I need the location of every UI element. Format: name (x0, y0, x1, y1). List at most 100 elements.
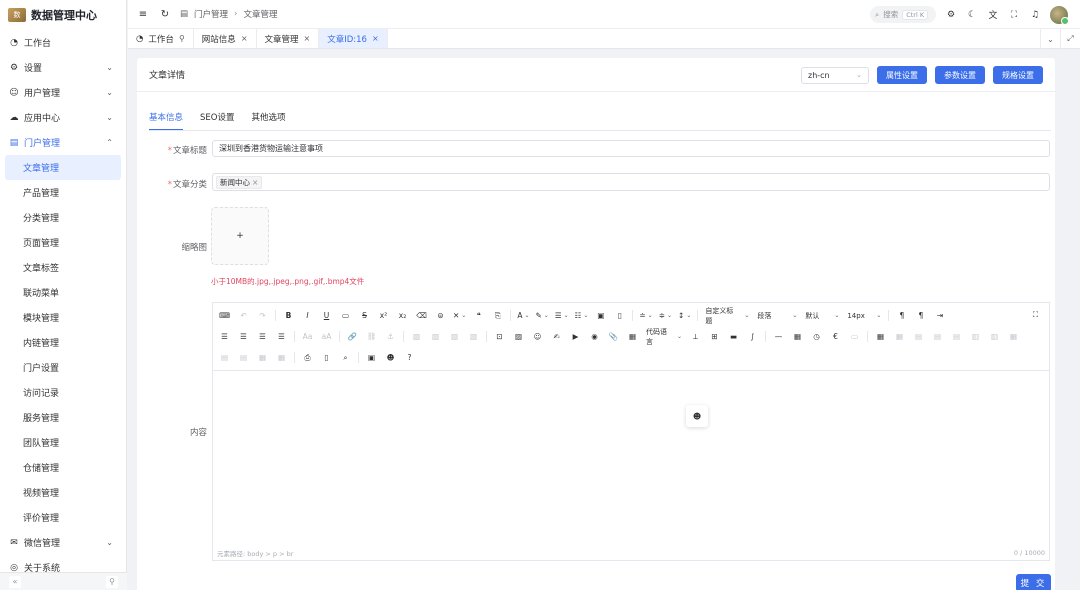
submit-button[interactable]: 提 交 (1016, 574, 1051, 590)
image-left-icon[interactable]: ▧ (407, 327, 426, 346)
superscript-icon[interactable]: x² (374, 306, 393, 325)
image-center-icon[interactable]: ▧ (464, 327, 483, 346)
edit-tip-icon[interactable]: ▭ (845, 327, 864, 346)
help-doc-icon[interactable]: ▣ (362, 348, 381, 367)
close-icon[interactable]: × (252, 178, 258, 187)
align-right-icon[interactable]: ☰ (253, 327, 272, 346)
paste-text-icon[interactable]: ⎘ (488, 306, 507, 325)
editor-content-area[interactable]: ☻ (213, 369, 1049, 546)
ai-robot-icon[interactable]: ☻ (381, 348, 400, 367)
chevron-down-icon[interactable]: ⌄ (1040, 29, 1060, 49)
highlight-color-dropdown[interactable]: ✎ ⌄ (533, 306, 552, 325)
sidebar-subitem-access-log[interactable]: 访问记录 (0, 380, 126, 405)
menu-toggle-icon[interactable]: ≡ (136, 9, 150, 20)
sidebar-subitem-categories[interactable]: 分类管理 (0, 205, 126, 230)
font-size-dropdown[interactable]: 14px ⌄ (843, 308, 885, 323)
sidebar-item-portal[interactable]: ▤ 门户管理 ⌃ (0, 130, 126, 155)
code-language-dropdown[interactable]: 代码语言 ⌄ (642, 328, 686, 346)
thumbnail-upload[interactable]: + (211, 207, 269, 265)
delete-col-icon[interactable]: ▥ (985, 327, 1004, 346)
unordered-list-dropdown[interactable]: ☷ ⌄ (572, 306, 592, 325)
sidebar-subitem-reviews[interactable]: 评价管理 (0, 505, 126, 530)
sidebar-subitem-article-tags[interactable]: 文章标签 (0, 255, 126, 280)
refresh-icon[interactable]: ↻ (158, 9, 172, 20)
sidebar-item-settings[interactable]: ⚙ 设置 ⌄ (0, 55, 126, 80)
collapse-icon[interactable]: « (9, 575, 21, 588)
preview-icon[interactable]: ▯ (317, 348, 336, 367)
paragraph-dropdown[interactable]: 段落 ⌄ (753, 308, 801, 323)
strikethrough-icon[interactable]: S (355, 306, 374, 325)
sidebar-subitem-modules[interactable]: 模块管理 (0, 305, 126, 330)
anchor-icon[interactable]: ⚓ (381, 327, 400, 346)
scrawl-icon[interactable]: ✍ (547, 327, 566, 346)
undo-icon[interactable]: ↶ (234, 306, 253, 325)
sidebar-item-dashboard[interactable]: ◔ 工作台 (0, 30, 126, 55)
clear-doc-icon[interactable]: ▯ (610, 306, 629, 325)
split-rows-icon[interactable]: ▦ (272, 348, 291, 367)
close-icon[interactable]: × (241, 34, 248, 43)
font-color-dropdown[interactable]: A ⌄ (514, 306, 532, 325)
title-input[interactable]: 深圳到香港货物运输注意事项 (212, 140, 1050, 157)
box-icon[interactable]: ▭ (336, 306, 355, 325)
dark-mode-icon[interactable]: ☾ (966, 10, 978, 20)
select-all-icon[interactable]: ▣ (591, 306, 610, 325)
insert-paragraph-before-table-icon[interactable]: ▤ (909, 327, 928, 346)
rtl-icon[interactable]: ¶ (911, 306, 930, 325)
breadcrumb-item[interactable]: 门户管理 (194, 8, 228, 20)
search-button[interactable]: ⌕ 搜索 Ctrl K (870, 6, 936, 23)
eraser-icon[interactable]: ⌫ (412, 306, 431, 325)
redo-icon[interactable]: ↷ (253, 306, 272, 325)
sidebar-subitem-internal-links[interactable]: 内链管理 (0, 330, 126, 355)
merge-cells-icon[interactable]: ▦ (1004, 327, 1023, 346)
spec-settings-button[interactable]: 规格设置 (993, 66, 1043, 84)
delete-table-icon[interactable]: ▦ (890, 327, 909, 346)
search-replace-icon[interactable]: ⌕ (336, 348, 355, 367)
indent-icon[interactable]: ⇥ (930, 306, 949, 325)
insert-table-icon[interactable]: ▦ (871, 327, 890, 346)
row-spacing-bottom-dropdown[interactable]: ≑ ⌄ (656, 306, 675, 325)
category-select[interactable]: 新闻中心 × (212, 173, 1050, 191)
background-icon[interactable]: ▬ (724, 327, 743, 346)
sidebar-subitem-products[interactable]: 产品管理 (0, 180, 126, 205)
row-spacing-top-dropdown[interactable]: ≐ ⌄ (636, 306, 655, 325)
subscript-icon[interactable]: x₂ (393, 306, 412, 325)
audio-icon[interactable]: ◉ (585, 327, 604, 346)
split-cells-icon[interactable]: ▦ (253, 348, 272, 367)
align-center-icon[interactable]: ☰ (234, 327, 253, 346)
sidebar-item-wechat[interactable]: ✉ 微信管理 ⌄ (0, 530, 126, 555)
tab-articles[interactable]: 文章管理 × (257, 29, 320, 48)
tab-seo[interactable]: SEO设置 (200, 111, 234, 131)
italic-icon[interactable]: I (298, 306, 317, 325)
blockquote-icon[interactable]: ❝ (469, 306, 488, 325)
page-break-icon[interactable]: ⟂ (686, 327, 705, 346)
sidebar-subitem-pages[interactable]: 页面管理 (0, 230, 126, 255)
close-icon[interactable]: × (372, 34, 379, 43)
image-none-icon[interactable]: ▧ (426, 327, 445, 346)
attachment-icon[interactable]: 📎 (604, 327, 623, 346)
print-icon[interactable]: ⎙ (298, 348, 317, 367)
insert-col-icon[interactable]: ▥ (966, 327, 985, 346)
tab-article-16[interactable]: 文章ID:16 × (319, 29, 388, 48)
sidebar-subitem-articles[interactable]: 文章管理 (5, 155, 121, 180)
time-icon[interactable]: ◷ (807, 327, 826, 346)
language-icon[interactable]: 文 (987, 8, 999, 21)
sidebar-subitem-services[interactable]: 服务管理 (0, 405, 126, 430)
underline-icon[interactable]: U (317, 306, 336, 325)
custom-title-dropdown[interactable]: 自定义标题 ⌄ (701, 307, 753, 325)
insert-frame-icon[interactable]: ⊡ (490, 327, 509, 346)
sidebar-subitem-warehouse[interactable]: 仓储管理 (0, 455, 126, 480)
tab-dashboard[interactable]: ◔ 工作台 ⚲ (128, 29, 194, 48)
sidebar-item-apps[interactable]: ☁ 应用中心 ⌄ (0, 105, 126, 130)
merge-down-icon[interactable]: ▤ (234, 348, 253, 367)
map-icon[interactable]: ▦ (623, 327, 642, 346)
pin-icon[interactable]: ⚲ (179, 34, 185, 43)
tab-other-options[interactable]: 其他选项 (251, 111, 285, 131)
date-icon[interactable]: ▦ (788, 327, 807, 346)
autotype-dropdown[interactable]: ✕ ⌄ (450, 306, 469, 325)
tab-site-info[interactable]: 网站信息 × (194, 29, 257, 48)
attribute-settings-button[interactable]: 属性设置 (877, 66, 927, 84)
to-lowercase-icon[interactable]: Aa (298, 327, 317, 346)
sidebar-subitem-portal-settings[interactable]: 门户设置 (0, 355, 126, 380)
language-select[interactable]: zh-cn ⌄ (801, 66, 869, 84)
sidebar-subitem-teams[interactable]: 团队管理 (0, 430, 126, 455)
